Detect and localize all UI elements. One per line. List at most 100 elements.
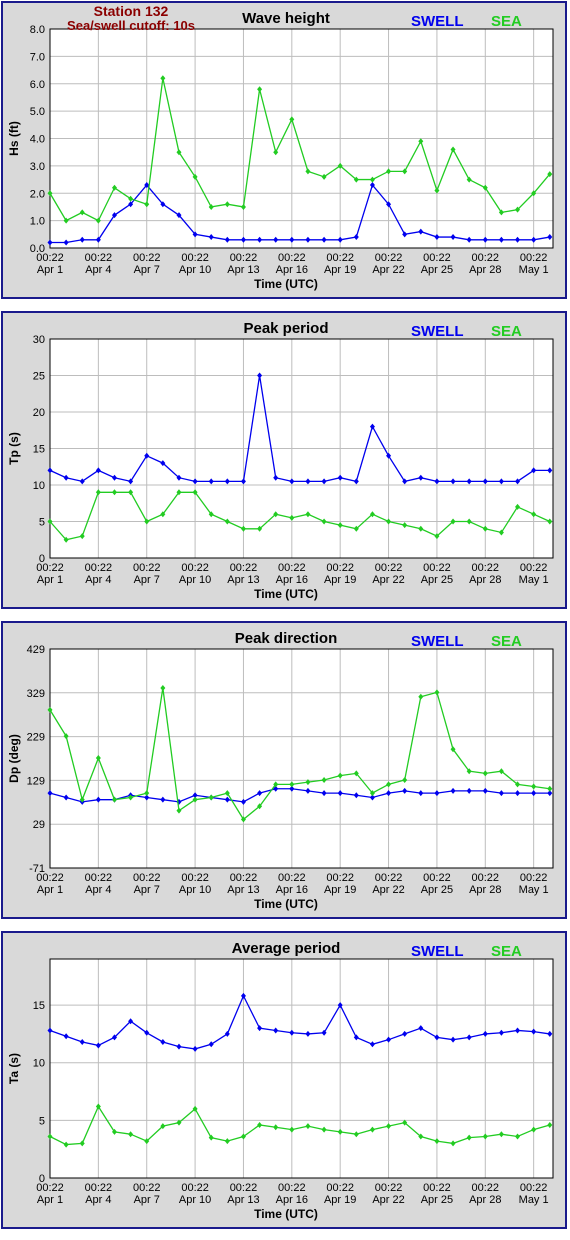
x-tick-date: Apr 1 [37,884,63,896]
y-tick-label: 129 [27,775,45,787]
y-tick-label: 25 [33,371,45,383]
x-tick-time: 00:22 [278,252,306,264]
x-tick-time: 00:22 [520,562,548,574]
x-tick-time: 00:22 [36,562,64,574]
x-tick-date: Apr 28 [469,1194,501,1206]
x-tick-time: 00:22 [278,1182,306,1194]
x-tick-time: 00:22 [472,1182,500,1194]
x-tick-time: 00:22 [326,872,354,884]
x-tick-time: 00:22 [472,252,500,264]
x-tick-date: Apr 22 [372,264,404,276]
x-tick-date: May 1 [519,884,549,896]
peak-period-chart: 05101520253000:22Apr 100:22Apr 400:22Apr… [7,320,554,601]
y-tick-label: 5 [39,517,45,529]
x-tick-time: 00:22 [36,872,64,884]
x-tick-time: 00:22 [423,872,451,884]
wave-height-panel: 0.0 1.0 2.0 3.0 4.0 5.0 6.0 7.0 8.0 00:22 Apr 1 00:… [1,1,567,299]
peak-period-panel: 0 5 10 15 20 25 30 00:22 Apr 1 00:22 Apr 4 00:22 Apr… [1,311,567,609]
chart-title: Wave height [242,10,330,27]
y-tick-label: 15 [33,1000,45,1012]
x-tick-time: 00:22 [133,562,161,574]
legend-swell: SWELL [411,633,464,650]
x-tick-date: Apr 10 [179,574,211,586]
legend-swell: SWELL [411,13,464,30]
legend-sea: SEA [491,943,522,960]
plot-area [49,648,554,869]
average-period-panel: 0 5 10 15 00:22 Apr 1 00:22 Apr 4 00:22 Apr 7 00:2… [1,931,567,1229]
x-tick-date: Apr 10 [179,264,211,276]
x-tick-date: Apr 16 [276,574,308,586]
x-tick-date: Apr 16 [276,884,308,896]
x-tick-time: 00:22 [36,252,64,264]
x-tick-time: 00:22 [375,872,403,884]
x-tick-date: Apr 19 [324,574,356,586]
x-tick-date: Apr 28 [469,574,501,586]
y-axis-label: Dp (deg) [7,734,21,783]
x-tick-time: 00:22 [85,872,113,884]
x-tick-date: Apr 4 [85,574,111,586]
x-tick-time: 00:22 [230,252,258,264]
y-tick-label: 4.0 [30,134,45,146]
x-tick-date: Apr 7 [134,574,160,586]
x-tick-date: Apr 22 [372,1194,404,1206]
y-tick-label: 6.0 [30,79,45,91]
y-tick-label: 2.0 [30,188,45,200]
x-axis-label: Time (UTC) [254,587,318,601]
x-tick-date: Apr 10 [179,1194,211,1206]
x-tick-date: Apr 25 [421,574,453,586]
x-tick-time: 00:22 [230,872,258,884]
legend-sea: SEA [491,323,522,340]
y-tick-label: 5 [39,1115,45,1127]
x-tick-time: 00:22 [133,252,161,264]
x-tick-time: 00:22 [181,1182,209,1194]
x-tick-time: 00:22 [133,1182,161,1194]
x-tick-time: 00:22 [375,1182,403,1194]
x-tick-time: 00:22 [326,252,354,264]
x-tick-time: 00:22 [423,562,451,574]
average-period-chart: 05101500:22Apr 100:22Apr 400:22Apr 700:2… [7,940,554,1221]
x-tick-time: 00:22 [133,872,161,884]
x-tick-date: Apr 22 [372,884,404,896]
legend-swell: SWELL [411,323,464,340]
x-axis-label: Time (UTC) [254,897,318,911]
legend-sea: SEA [491,13,522,30]
y-tick-label: 1.0 [30,216,45,228]
x-tick-time: 00:22 [278,562,306,574]
plot-area [49,958,554,1179]
x-tick-time: 00:22 [472,872,500,884]
x-tick-time: 00:22 [520,872,548,884]
x-tick-time: 00:22 [181,252,209,264]
x-tick-date: Apr 16 [276,1194,308,1206]
y-tick-label: 7.0 [30,51,45,63]
x-tick-time: 00:22 [520,1182,548,1194]
x-tick-date: Apr 1 [37,264,63,276]
x-tick-date: Apr 22 [372,574,404,586]
y-tick-label: 10 [33,1058,45,1070]
y-tick-label: 20 [33,407,45,419]
x-tick-time: 00:22 [85,1182,113,1194]
station-name: Station 132 [94,3,169,19]
x-tick-date: Apr 4 [85,264,111,276]
x-tick-date: Apr 1 [37,1194,63,1206]
x-tick-date: Apr 7 [134,1194,160,1206]
y-axis-label: Ta (s) [7,1053,21,1084]
x-tick-date: May 1 [519,264,549,276]
x-tick-time: 00:22 [181,872,209,884]
x-tick-date: Apr 19 [324,1194,356,1206]
x-tick-time: 00:22 [326,1182,354,1194]
y-tick-label: 29 [33,819,45,831]
x-tick-date: Apr 25 [421,884,453,896]
x-axis-label: Time (UTC) [254,277,318,291]
x-tick-date: May 1 [519,1194,549,1206]
x-tick-date: Apr 10 [179,884,211,896]
x-tick-date: Apr 13 [227,1194,259,1206]
x-tick-time: 00:22 [181,562,209,574]
x-tick-date: Apr 1 [37,574,63,586]
x-tick-time: 00:22 [375,252,403,264]
peak-direction-panel: -71 29 129 229 329 429 00:22 Apr 1 00:22 Apr 4 00:… [1,621,567,919]
x-tick-date: Apr 13 [227,884,259,896]
wave-height-chart: 0.01.02.03.04.05.06.07.08.000:22Apr 100:… [7,3,554,291]
y-tick-label: 8.0 [30,24,45,36]
x-tick-date: Apr 4 [85,884,111,896]
y-tick-label: 329 [27,688,45,700]
